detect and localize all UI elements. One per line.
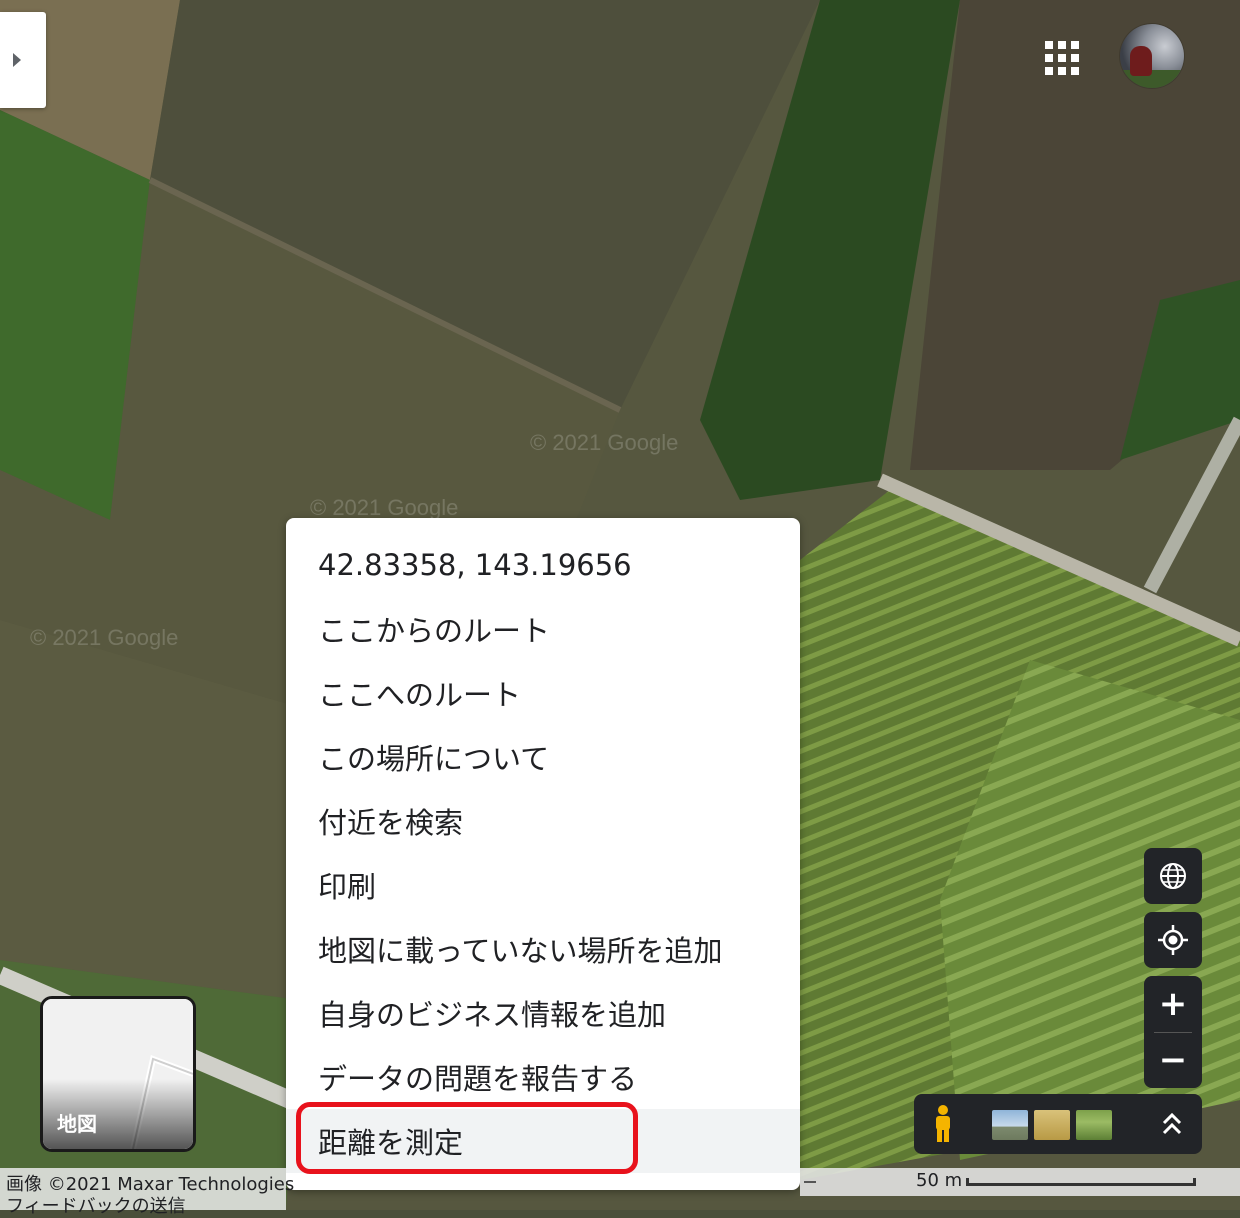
pegman-icon[interactable] [930, 1104, 956, 1144]
layer-toggle-label: 地図 [57, 1112, 97, 1136]
menu-item-directions-from[interactable]: ここからのルート [286, 597, 800, 661]
zoom-control: + − [1144, 976, 1202, 1088]
map-watermark: © 2021 Google [310, 495, 458, 520]
expand-up-icon[interactable] [1154, 1106, 1190, 1142]
imagery-thumbnail-1[interactable] [992, 1110, 1028, 1140]
menu-item-directions-to[interactable]: ここへのルート [286, 661, 800, 725]
menu-item-measure-distance[interactable]: 距離を測定 [286, 1109, 800, 1173]
map-layer-toggle[interactable]: 地図 [40, 996, 196, 1152]
chevron-right-icon [13, 53, 21, 67]
menu-item-coordinates[interactable]: 42.83358, 143.19656 [286, 533, 800, 597]
map-watermark: © 2021 Google [530, 430, 678, 455]
avatar[interactable] [1120, 24, 1184, 88]
imagery-thumbnail-3[interactable] [1076, 1110, 1112, 1140]
plus-icon: + [1158, 984, 1188, 1024]
globe-view-button[interactable] [1144, 848, 1202, 904]
menu-item-search-nearby[interactable]: 付近を検索 [286, 789, 800, 853]
zoom-out-button[interactable]: − [1144, 1032, 1202, 1088]
apps-grid-icon[interactable] [1040, 36, 1084, 80]
street-view-bar [914, 1094, 1202, 1154]
zoom-in-button[interactable]: + [1144, 976, 1202, 1032]
imagery-thumbnail-2[interactable] [1034, 1110, 1070, 1140]
map-footer-left: 画像 ©2021 Maxar Technologies フィードバックの送信 [0, 1168, 294, 1217]
menu-item-add-business[interactable]: 自身のビジネス情報を追加 [286, 981, 800, 1045]
map-footer-right: 50 m [800, 1168, 1240, 1196]
menu-item-report-data-problem[interactable]: データの問題を報告する [286, 1045, 800, 1109]
expand-sidebar-button[interactable] [0, 12, 46, 108]
context-menu: 42.83358, 143.19656 ここからのルート ここへのルート この場… [286, 518, 800, 1190]
scale-bar[interactable] [966, 1178, 1196, 1186]
menu-item-whats-here[interactable]: この場所について [286, 725, 800, 789]
my-location-icon [1158, 925, 1188, 955]
menu-item-add-missing-place[interactable]: 地図に載っていない場所を追加 [286, 917, 800, 981]
my-location-button[interactable] [1144, 912, 1202, 968]
send-feedback-link[interactable]: フィードバックの送信 [6, 1192, 186, 1218]
scale-label[interactable]: 50 m [916, 1170, 962, 1191]
menu-item-print[interactable]: 印刷 [286, 853, 800, 917]
map-watermark: © 2021 Google [30, 625, 178, 650]
minus-icon: − [1158, 1040, 1188, 1080]
globe-icon [1160, 863, 1186, 889]
